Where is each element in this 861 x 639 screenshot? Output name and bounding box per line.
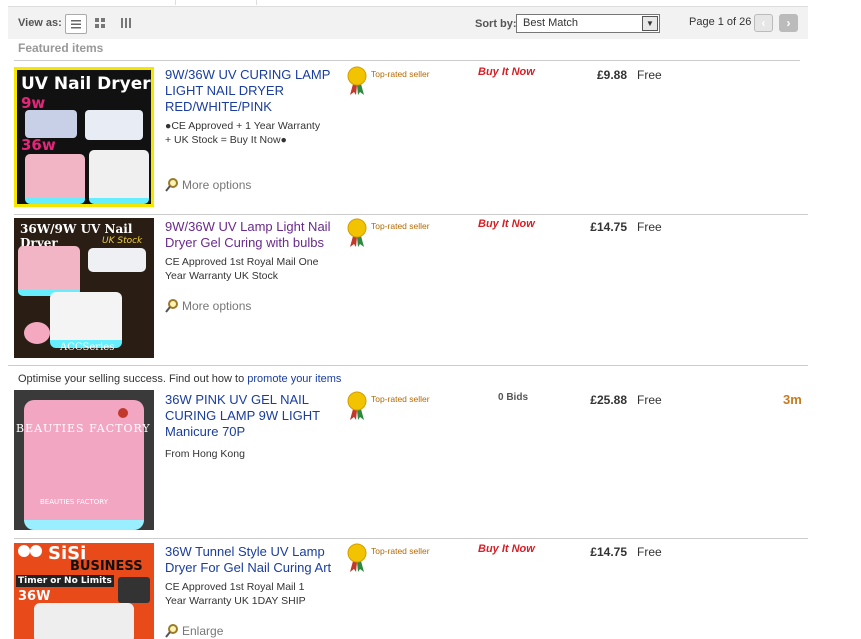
lamp-shape — [25, 110, 77, 138]
sort-select[interactable]: Best Match ▼ — [516, 14, 660, 33]
logo-dot — [30, 545, 42, 557]
enlarge-link[interactable]: Enlarge — [165, 624, 223, 638]
columns-icon — [121, 18, 131, 28]
more-options-label: More options — [182, 178, 252, 192]
listing-title[interactable]: 36W PINK UV GEL NAIL CURING LAMP 9W LIGH… — [165, 392, 335, 440]
top-rated-badge: Top-rated seller — [346, 543, 430, 573]
image-watermark: BEAUTIES FACTORY — [16, 422, 151, 435]
listing-1-image[interactable]: UV Nail Dryer 9w 36w — [14, 67, 154, 207]
listing-description: CE Approved 1st Royal Mail 1 Year Warran… — [165, 581, 306, 607]
image-caption: 36W — [18, 589, 51, 604]
page-info: Page 1 of 26 — [689, 16, 752, 28]
tab-edge — [176, 0, 257, 5]
buy-it-now-text: Buy It Now — [478, 66, 535, 78]
lamp-button — [118, 408, 128, 418]
lamp-shape — [25, 154, 85, 204]
postage: Free — [637, 393, 662, 407]
image-watermark: BEAUTIES FACTORY — [40, 498, 108, 506]
buy-it-now-text: Buy It Now — [478, 543, 535, 555]
grid-icon — [95, 18, 105, 28]
listing-price: £9.88 — [596, 68, 627, 82]
more-options-label: More options — [182, 299, 252, 313]
lamp-shape — [18, 246, 80, 296]
bid-count: 0 Bids — [498, 392, 529, 403]
magnifier-icon — [165, 624, 178, 638]
more-options-link[interactable]: More options — [165, 299, 251, 313]
buy-it-now-logo: Buy It Now — [478, 66, 535, 78]
listing-2-image[interactable]: 36W/9W UV Nail Dryer UK Stock ACCSeries — [14, 218, 154, 358]
lamp-shape — [89, 150, 149, 204]
top-rated-seller-icon — [347, 543, 367, 572]
promo-banner: Optimise your selling success. Find out … — [18, 373, 341, 385]
top-rated-label: Top-rated seller — [371, 546, 430, 556]
top-rated-label: Top-rated seller — [371, 69, 430, 79]
magnifier-icon — [165, 299, 178, 313]
listing-location: From Hong Kong — [165, 448, 245, 460]
top-rated-seller-icon — [347, 391, 367, 420]
listing-title[interactable]: 36W Tunnel Style UV Lamp Dryer For Gel N… — [165, 544, 335, 576]
rose-decoration — [24, 322, 50, 344]
listing-price: £25.88 — [590, 393, 627, 407]
chevron-right-icon: › — [786, 16, 791, 30]
enlarge-label: Enlarge — [182, 624, 224, 638]
listing-description: ●CE Approved + 1 Year Warranty + UK Stoc… — [165, 120, 321, 146]
image-caption: Timer or No Limits — [16, 575, 114, 587]
postage: Free — [637, 68, 662, 82]
next-page-button[interactable]: › — [779, 14, 798, 32]
columns-view-button[interactable] — [116, 14, 136, 32]
listing-description: CE Approved 1st Royal Mail One Year Warr… — [165, 256, 319, 282]
top-rated-badge: Top-rated seller — [346, 391, 430, 421]
buy-it-now-logo: Buy It Now — [478, 543, 535, 555]
lamp-shape — [50, 292, 122, 348]
list-view-icon — [71, 20, 81, 29]
divider — [14, 538, 808, 539]
listing-title[interactable]: 9W/36W UV Lamp Light Nail Dryer Gel Curi… — [165, 219, 335, 251]
logo-dot — [18, 545, 30, 557]
more-options-link[interactable]: More options — [165, 178, 251, 192]
listing-title[interactable]: 9W/36W UV CURING LAMP LIGHT NAIL DRYER R… — [165, 67, 335, 115]
prev-page-button[interactable]: ‹ — [754, 14, 773, 32]
promo-text: Optimise your selling success. Find out … — [18, 373, 245, 385]
view-as-label: View as: — [18, 17, 62, 29]
lamp-shape — [34, 603, 134, 639]
buy-it-now-text: Buy It Now — [478, 218, 535, 230]
list-view-button[interactable] — [65, 14, 87, 34]
lamp-shape — [88, 248, 146, 272]
top-rated-label: Top-rated seller — [371, 221, 430, 231]
dropdown-arrow-icon[interactable]: ▼ — [642, 16, 658, 31]
top-rated-badge: Top-rated seller — [346, 66, 430, 96]
buy-it-now-logo: Buy It Now — [478, 218, 535, 230]
image-caption: BUSINESS — [70, 559, 143, 574]
divider — [14, 214, 808, 215]
top-rated-seller-icon — [347, 218, 367, 247]
featured-items-heading: Featured items — [18, 41, 104, 55]
postage: Free — [637, 220, 662, 234]
listing-price: £14.75 — [590, 220, 627, 234]
time-left: 3m — [783, 392, 802, 407]
sort-label: Sort by: — [475, 18, 517, 30]
listing-3-image[interactable]: BEAUTIES FACTORY BEAUTIES FACTORY — [14, 390, 154, 530]
gallery-view-button[interactable] — [90, 14, 110, 32]
divider — [14, 60, 800, 61]
chevron-left-icon: ‹ — [761, 16, 766, 30]
top-rated-label: Top-rated seller — [371, 394, 430, 404]
promote-items-link[interactable]: promote your items — [247, 373, 341, 385]
image-caption: UK Stock — [102, 236, 143, 246]
listing-4-image[interactable]: SiSi BUSINESS Timer or No Limits 36W — [14, 543, 154, 639]
divider — [8, 365, 808, 366]
lamp-shape — [24, 400, 144, 530]
image-caption: 36w — [21, 136, 56, 154]
image-caption: UV Nail Dryer — [21, 74, 151, 94]
listing-price: £14.75 — [590, 545, 627, 559]
timer-panel — [118, 577, 150, 603]
tab-edge — [80, 0, 176, 5]
image-caption: ACCSeries — [60, 342, 115, 353]
sort-value: Best Match — [523, 17, 579, 29]
top-rated-seller-icon — [347, 66, 367, 95]
lamp-shape — [85, 110, 143, 140]
results-toolbar: View as: Sort by: Best Match ▼ Page 1 of… — [8, 6, 808, 39]
top-rated-badge: Top-rated seller — [346, 218, 430, 248]
postage: Free — [637, 545, 662, 559]
magnifier-icon — [165, 178, 178, 192]
